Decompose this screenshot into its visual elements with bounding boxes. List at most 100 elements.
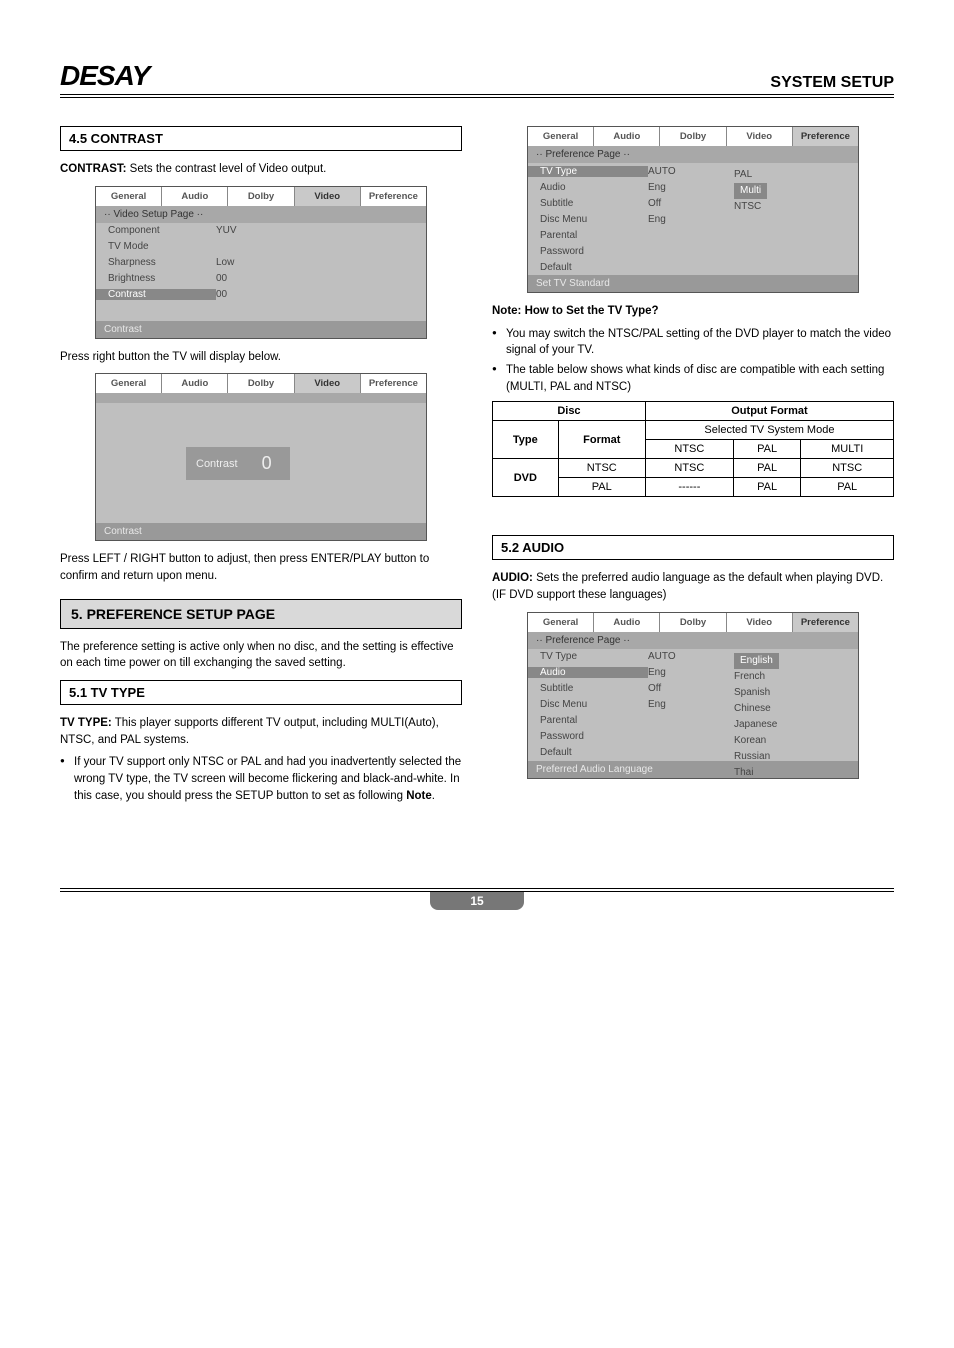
menu-video-setup: GeneralAudioDolbyVideoPreference ·· Vide… — [95, 186, 427, 339]
menu-item-tv-mode[interactable]: TV Mode — [96, 239, 426, 255]
menu-option-multi[interactable]: Multi — [734, 183, 767, 199]
menu-tab-audio[interactable]: Audio — [594, 127, 660, 146]
menu-tab-video[interactable]: Video — [295, 187, 361, 206]
menu-item-tv-type[interactable]: TV TypeAUTO — [528, 649, 858, 665]
td-format-pal: PAL — [558, 478, 645, 497]
menu-item-parental[interactable]: Parental — [528, 713, 858, 729]
contrast-label: CONTRAST: — [60, 163, 126, 175]
menu-item-disc-menu[interactable]: Disc MenuEng — [528, 211, 858, 227]
audio-label: AUDIO: — [492, 572, 533, 584]
right-column: GeneralAudioDolbyVideoPreference ·· Pref… — [492, 118, 894, 808]
menu-option-french[interactable]: French — [734, 669, 779, 685]
press-right-text: Press right button the TV will display b… — [60, 349, 462, 366]
section-title-5: 5. PREFERENCE SETUP PAGE — [60, 599, 462, 629]
menu-tab-video[interactable]: Video — [727, 613, 793, 632]
td-val: NTSC — [801, 459, 894, 478]
menu-item-contrast[interactable]: Contrast00 — [96, 287, 426, 303]
note-bullets: You may switch the NTSC/PAL setting of t… — [492, 326, 894, 396]
th-output-format: Output Format — [645, 402, 893, 421]
page-number: 15 — [430, 892, 523, 910]
menu-tab-general[interactable]: General — [96, 187, 162, 206]
menu-item-audio[interactable]: AudioEng — [528, 665, 858, 681]
menu-preference-audio: GeneralAudioDolbyVideoPreference ·· Pref… — [527, 612, 859, 779]
menu-footer: Contrast — [96, 321, 426, 338]
td-format-ntsc: NTSC — [558, 459, 645, 478]
menu-tab-preference[interactable]: Preference — [793, 613, 858, 632]
menu-tab-preference[interactable]: Preference — [793, 127, 858, 146]
menu-option-korean[interactable]: Korean — [734, 733, 779, 749]
th-ntsc: NTSC — [645, 440, 733, 459]
section-title-5-1: 5.1 TV TYPE — [60, 680, 462, 705]
menu-option-japanese[interactable]: Japanese — [734, 717, 779, 733]
section-5-desc: The preference setting is active only wh… — [60, 639, 462, 672]
menu-option-english[interactable]: English — [734, 653, 779, 669]
menu-tab-dolby[interactable]: Dolby — [660, 127, 726, 146]
menu-tab-dolby[interactable]: Dolby — [228, 374, 294, 393]
menu-contrast-slider: GeneralAudioDolbyVideoPreference Contras… — [95, 373, 427, 541]
menu-item-tv-type[interactable]: TV TypeAUTO — [528, 163, 858, 179]
menu-item-brightness[interactable]: Brightness00 — [96, 271, 426, 287]
menu-option-chinese[interactable]: Chinese — [734, 701, 779, 717]
menu-item-subtitle[interactable]: SubtitleOff — [528, 195, 858, 211]
th-disc: Disc — [493, 402, 646, 421]
brand-logo: DESAY — [60, 60, 149, 92]
menu-tab-general[interactable]: General — [96, 374, 162, 393]
contrast-desc-text: Sets the contrast level of Video output. — [126, 163, 326, 175]
menu-heading: ·· Preference Page ·· — [528, 632, 858, 649]
menu-option-thai[interactable]: Thai — [734, 765, 779, 781]
contrast-slider[interactable]: Contrast 0 — [186, 447, 290, 480]
menu-option-spanish[interactable]: Spanish — [734, 685, 779, 701]
note-bullet-1: You may switch the NTSC/PAL setting of t… — [492, 326, 894, 359]
menu-item-subtitle[interactable]: SubtitleOff — [528, 681, 858, 697]
left-column: 4.5 CONTRAST CONTRAST: Sets the contrast… — [60, 118, 462, 808]
tvtype-bullet-1: If your TV support only NTSC or PAL and … — [60, 754, 462, 804]
tvtype-description: TV TYPE: This player supports different … — [60, 715, 462, 748]
menu-option-pal[interactable]: PAL — [734, 167, 767, 183]
td-val: PAL — [733, 459, 801, 478]
menu-tab-dolby[interactable]: Dolby — [660, 613, 726, 632]
audio-desc-text: Sets the preferred audio language as the… — [492, 572, 883, 601]
menu-option-russian[interactable]: Russian — [734, 749, 779, 765]
th-selected-mode: Selected TV System Mode — [645, 421, 893, 440]
menu-tab-preference[interactable]: Preference — [361, 187, 426, 206]
tvtype-label: TV TYPE: — [60, 717, 112, 729]
menu-option-ntsc[interactable]: NTSC — [734, 199, 767, 215]
section-title-5-2: 5.2 AUDIO — [492, 535, 894, 560]
tvtype-desc-text: This player supports different TV output… — [60, 717, 439, 746]
menu-tab-audio[interactable]: Audio — [594, 613, 660, 632]
th-format: Format — [558, 421, 645, 459]
press-lr-text: Press LEFT / RIGHT button to adjust, the… — [60, 551, 462, 584]
menu-item-password[interactable]: Password — [528, 729, 858, 745]
menu-item-parental[interactable]: Parental — [528, 227, 858, 243]
menu-footer: Preferred Audio Language — [528, 761, 858, 778]
menu-tab-audio[interactable]: Audio — [162, 187, 228, 206]
menu-footer: Set TV Standard — [528, 275, 858, 292]
note-title: Note: How to Set the TV Type? — [492, 303, 894, 320]
td-val: NTSC — [645, 459, 733, 478]
menu-footer: Contrast — [96, 523, 426, 540]
audio-description: AUDIO: Sets the preferred audio language… — [492, 570, 894, 603]
menu-tab-general[interactable]: General — [528, 127, 594, 146]
menu-item-default[interactable]: Default — [528, 259, 858, 275]
td-dvd: DVD — [493, 459, 559, 497]
menu-tab-dolby[interactable]: Dolby — [228, 187, 294, 206]
page-header: DESAY SYSTEM SETUP — [60, 60, 894, 98]
menu-item-sharpness[interactable]: SharpnessLow — [96, 255, 426, 271]
menu-item-password[interactable]: Password — [528, 243, 858, 259]
menu-heading: ·· Preference Page ·· — [528, 146, 858, 163]
page-title: SYSTEM SETUP — [770, 74, 894, 92]
note-bullet-2: The table below shows what kinds of disc… — [492, 362, 894, 395]
menu-item-default[interactable]: Default — [528, 745, 858, 761]
menu-tab-audio[interactable]: Audio — [162, 374, 228, 393]
menu-item-component[interactable]: ComponentYUV — [96, 223, 426, 239]
menu-item-disc-menu[interactable]: Disc MenuEng — [528, 697, 858, 713]
menu-item-audio[interactable]: AudioEng — [528, 179, 858, 195]
menu-tab-preference[interactable]: Preference — [361, 374, 426, 393]
td-val: ------ — [645, 478, 733, 497]
menu-tab-general[interactable]: General — [528, 613, 594, 632]
menu-tab-video[interactable]: Video — [727, 127, 793, 146]
menu-tab-video[interactable]: Video — [295, 374, 361, 393]
td-val: PAL — [733, 478, 801, 497]
slider-label: Contrast — [196, 458, 238, 470]
page-footer: 15 — [60, 888, 894, 910]
